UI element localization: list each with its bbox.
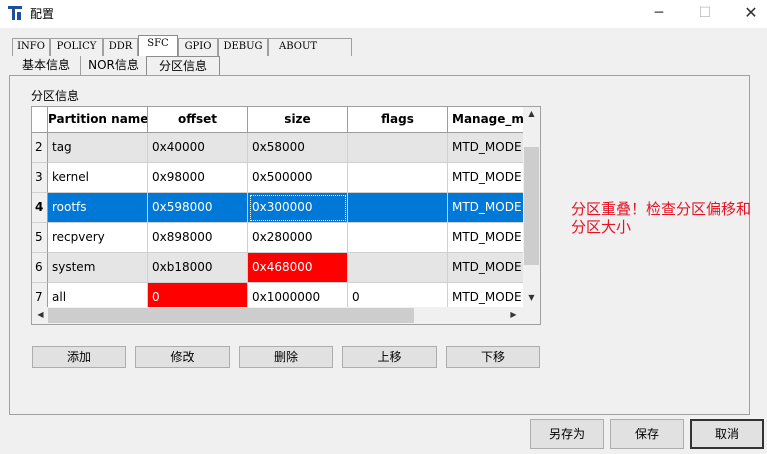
cell-offset[interactable]: 0x40000 [148,133,248,163]
minimize-button[interactable]: ─ [636,0,682,28]
tab-about[interactable]: ABOUT [268,38,352,56]
app-icon [8,6,22,20]
tab-ddr[interactable]: DDR [103,38,138,56]
config-window: 配置 ─ ☐ ✕ INFO POLICY DDR SFC GPIO DEBUG … [0,0,767,454]
move-down-button[interactable]: 下移 [446,346,540,368]
vertical-scroll-thumb[interactable] [524,147,539,265]
save-button[interactable]: 保存 [610,419,684,449]
vertical-scrollbar[interactable]: ▲ ▼ [523,107,540,307]
scroll-right-arrow-icon[interactable]: ▶ [505,310,522,319]
partition-table: Partition name offset size flags Manage_… [31,106,541,325]
cell-size[interactable]: 0x300000 [248,193,348,223]
close-button[interactable]: ✕ [728,0,767,28]
tab-info[interactable]: INFO [12,38,50,56]
cell-offset[interactable]: 0x898000 [148,223,248,253]
row-number[interactable]: 4 [32,193,48,223]
cell-flags[interactable] [348,133,448,163]
delete-button[interactable]: 删除 [239,346,333,368]
cell-manage-mode[interactable]: MTD_MODE [448,253,524,283]
maximize-button[interactable]: ☐ [682,0,728,28]
cell-size[interactable]: 0x280000 [248,223,348,253]
subtab-nor-info[interactable]: NOR信息 [80,56,146,75]
cell-size-error[interactable]: 0x468000 [248,253,348,283]
row-number[interactable]: 6 [32,253,48,283]
tab-sfc[interactable]: SFC [138,35,178,56]
cell-offset[interactable]: 0x98000 [148,163,248,193]
column-header-partition-name[interactable]: Partition name [48,107,148,133]
horizontal-scrollbar[interactable]: ◀ ▶ [32,307,523,324]
cell-manage-mode[interactable]: MTD_MODE [448,193,524,223]
cell-flags[interactable] [348,223,448,253]
cell-manage-mode[interactable]: MTD_MODE [448,133,524,163]
tab-policy[interactable]: POLICY [50,38,103,56]
corner-header [32,107,48,133]
scroll-up-arrow-icon[interactable]: ▲ [523,109,540,118]
cell-size[interactable]: 0x58000 [248,133,348,163]
cancel-button[interactable]: 取消 [690,419,764,449]
column-header-offset[interactable]: offset [148,107,248,133]
cell-partition-name[interactable]: tag [48,133,148,163]
cell-partition-name[interactable]: rootfs [48,193,148,223]
row-number[interactable]: 3 [32,163,48,193]
subtab-partition-info[interactable]: 分区信息 [146,56,220,76]
subtab-basic-info[interactable]: 基本信息 [12,56,80,75]
title-bar: 配置 ─ ☐ ✕ [0,0,767,28]
column-header-manage-mode[interactable]: Manage_mo [448,107,524,133]
column-header-flags[interactable]: flags [348,107,448,133]
scroll-down-arrow-icon[interactable]: ▼ [523,293,540,302]
edit-button[interactable]: 修改 [135,346,230,368]
cell-flags[interactable] [348,193,448,223]
cell-size[interactable]: 0x500000 [248,163,348,193]
cell-partition-name[interactable]: recpvery [48,223,148,253]
save-as-button[interactable]: 另存为 [530,419,604,449]
scroll-left-arrow-icon[interactable]: ◀ [32,310,49,319]
cell-offset[interactable]: 0xb18000 [148,253,248,283]
window-title: 配置 [30,7,55,21]
cell-manage-mode[interactable]: MTD_MODE [448,163,524,193]
tab-debug[interactable]: DEBUG [218,38,268,56]
add-button[interactable]: 添加 [32,346,126,368]
column-header-size[interactable]: size [248,107,348,133]
cell-flags[interactable] [348,163,448,193]
cell-manage-mode[interactable]: MTD_MODE [448,223,524,253]
move-up-button[interactable]: 上移 [342,346,437,368]
row-number[interactable]: 2 [32,133,48,163]
row-number[interactable]: 5 [32,223,48,253]
group-label: 分区信息 [31,89,80,103]
tab-gpio[interactable]: GPIO [178,38,218,56]
cell-offset[interactable]: 0x598000 [148,193,248,223]
cell-partition-name[interactable]: kernel [48,163,148,193]
overlap-warning-text: 分区重叠！检查分区偏移和分区大小 [571,200,752,236]
cell-flags[interactable] [348,253,448,283]
cell-partition-name[interactable]: system [48,253,148,283]
scrollbar-corner [523,307,540,324]
horizontal-scroll-thumb[interactable] [48,308,414,323]
